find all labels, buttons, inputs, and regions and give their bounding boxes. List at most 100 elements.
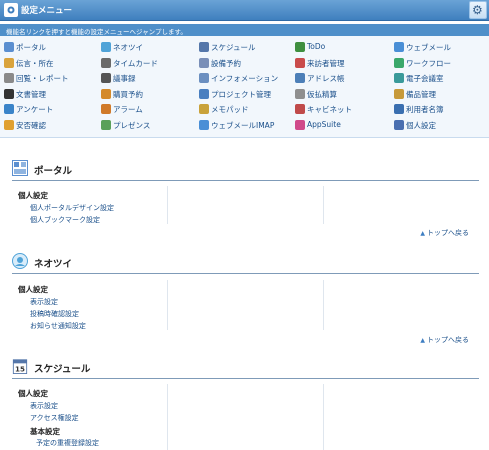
section-header-schedule: 15 スケジュール — [12, 358, 479, 379]
project-icon — [199, 88, 209, 99]
neotwi-icon — [101, 42, 111, 52]
schedule-icon — [199, 42, 209, 52]
back-to-top-link[interactable]: ▲ トップへ戻る — [420, 228, 469, 238]
gear-icon: ⚙ — [472, 3, 483, 17]
section-header-neotwi: ネオツイ — [12, 253, 479, 274]
menu-item-label: 購買予約 — [113, 89, 143, 99]
up-arrow-icon: ▲ — [420, 230, 425, 237]
menu-item-label: 利用者名簿 — [406, 105, 444, 114]
menu-item-label: 電子会議室 — [406, 74, 444, 83]
facility-icon — [199, 57, 209, 68]
webmail-icon — [394, 42, 404, 52]
menu-item-label: ToDo — [307, 42, 326, 51]
calendar-icon: 15 — [12, 359, 28, 374]
column-divider — [323, 384, 324, 450]
alarm-icon — [101, 104, 111, 114]
addressbook-icon — [295, 73, 305, 83]
imap-icon — [199, 119, 209, 130]
back-to-top-label: トップへ戻る — [427, 229, 469, 237]
conference-icon — [394, 73, 404, 83]
column-divider — [167, 384, 168, 450]
link-notification[interactable]: お知らせ通知設定 — [30, 321, 86, 331]
survey-icon — [4, 104, 14, 114]
section-title: ポータル — [34, 166, 73, 177]
presence-icon — [101, 119, 111, 130]
settings-button[interactable]: ⚙ — [469, 1, 487, 19]
instruction-text: 機能名リンクを押すと機能の設定メニューへジャンプします。 — [6, 28, 187, 36]
menu-item-label: AppSuite — [307, 119, 341, 129]
section-header-portal: ポータル — [12, 160, 479, 181]
instruction-bar: 機能名リンクを押すと機能の設定メニューへジャンプします。 — [0, 24, 489, 36]
menu-item-label: 安否確認 — [16, 120, 46, 130]
menu-item-label: メモパッド — [211, 105, 249, 114]
group-label: 基本設定 — [30, 427, 60, 436]
menu-item-label: 個人設定 — [406, 120, 436, 130]
column-divider — [167, 186, 168, 224]
info-icon — [199, 73, 209, 83]
menu-item-label: キャビネット — [307, 105, 352, 114]
section-title: スケジュール — [34, 364, 91, 375]
expense-icon — [295, 88, 305, 99]
menu-item-label: ネオツイ — [113, 43, 143, 52]
link-access-rights[interactable]: アクセス権設定 — [30, 413, 79, 423]
menu-item-label: 備品管理 — [406, 89, 436, 99]
workflow-icon — [394, 57, 404, 68]
link-display-settings[interactable]: 表示設定 — [30, 297, 58, 307]
portal-icon — [12, 160, 28, 176]
circular-icon — [4, 73, 14, 83]
message-icon — [4, 57, 14, 68]
section-title: ネオツイ — [34, 259, 73, 270]
back-to-top-link[interactable]: ▲ トップへ戻る — [420, 335, 469, 345]
personal-icon — [394, 119, 404, 130]
link-bookmark[interactable]: 個人ブックマーク設定 — [30, 215, 100, 225]
settings-menu-icon — [4, 3, 18, 17]
up-arrow-icon: ▲ — [420, 337, 425, 344]
menu-item-label: 回覧・レポート — [16, 74, 69, 83]
menu-item-label: 来訪者管理 — [307, 58, 345, 68]
group-label: 個人設定 — [18, 285, 48, 294]
menu-item-label: アドレス帳 — [307, 74, 345, 83]
visitor-icon — [295, 57, 305, 68]
calendar-day-number: 15 — [15, 364, 25, 373]
back-to-top-label: トップへ戻る — [427, 336, 469, 344]
link-display-settings[interactable]: 表示設定 — [30, 401, 58, 411]
timecard-icon — [101, 57, 111, 68]
safety-icon — [4, 119, 14, 130]
link-portal-design[interactable]: 個人ポータルデザイン設定 — [30, 203, 114, 213]
neotwi-icon — [12, 253, 28, 269]
menu-item-label: タイムカード — [113, 58, 158, 68]
menu-item-label: アンケート — [16, 105, 54, 114]
column-divider — [167, 280, 168, 330]
link-post-confirm[interactable]: 投稿時確認設定 — [30, 309, 79, 319]
window-title: 設定メニュー — [21, 6, 73, 16]
menu-item-label: 設備予約 — [211, 58, 241, 68]
group-label: 個人設定 — [18, 389, 48, 398]
menu-item-label: 仮払精算 — [307, 89, 337, 99]
menu-item-label: 伝言・所在 — [16, 58, 54, 68]
cabinet-icon — [295, 104, 305, 114]
group-label: 個人設定 — [18, 191, 48, 200]
window-titlebar: 設定メニュー ⚙ — [0, 0, 489, 21]
menu-item-label: ウェブメール — [406, 43, 451, 52]
purchase-icon — [101, 88, 111, 99]
appsuite-icon — [295, 119, 305, 130]
todo-icon — [295, 42, 305, 52]
menu-item-label: プロジェクト管理 — [211, 89, 271, 99]
link-duplicate-registration[interactable]: 予定の重複登録設定 — [36, 438, 99, 448]
column-divider — [323, 280, 324, 330]
section-body-portal: 個人設定 個人ポータルデザイン設定 個人ブックマーク設定 ▲ トップへ戻る — [12, 186, 479, 238]
section-body-neotwi: 個人設定 表示設定 投稿時確認設定 お知らせ通知設定 ▲ トップへ戻る — [12, 280, 479, 346]
menu-item-label: アラーム — [113, 105, 143, 114]
document-icon — [4, 88, 14, 99]
menu-item-label: 議事録 — [113, 74, 136, 83]
menu-item-label: スケジュール — [211, 43, 256, 52]
column-divider — [323, 186, 324, 224]
menu-item-label: インフォメーション — [211, 74, 279, 83]
userlist-icon — [394, 104, 404, 114]
menu-item-label: ウェブメールIMAP — [211, 120, 275, 130]
minutes-icon — [101, 73, 111, 83]
menu-item-label: ワークフロー — [406, 58, 451, 68]
menu-item-label: ポータル — [16, 43, 46, 52]
portal-icon — [4, 42, 14, 52]
equipment-icon — [394, 88, 404, 99]
